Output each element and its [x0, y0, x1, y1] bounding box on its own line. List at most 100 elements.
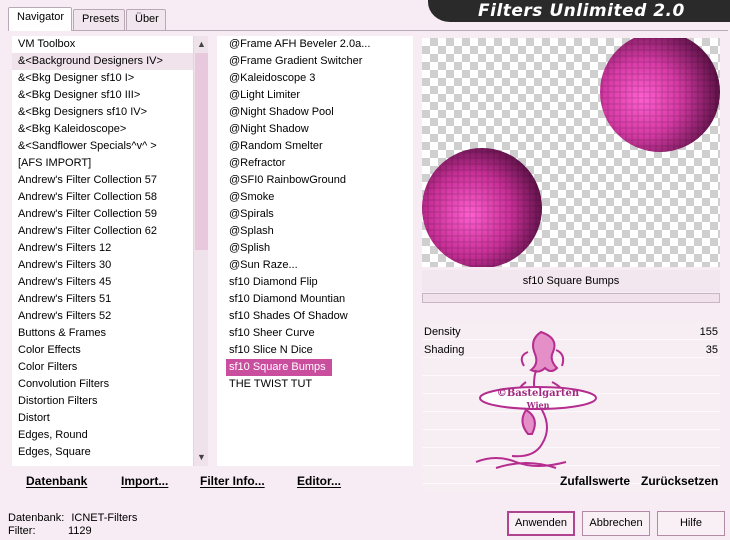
category-item[interactable]: &<Bkg Designers sf10 IV>: [12, 104, 193, 121]
filter-item-label: @Sun Raze...: [229, 259, 298, 271]
category-item[interactable]: VM Toolbox: [12, 36, 193, 53]
filter-item[interactable]: sf10 Square Bumps: [217, 359, 413, 376]
filter-item[interactable]: sf10 Diamond Flip: [217, 274, 413, 291]
category-item[interactable]: Color Filters: [12, 359, 193, 376]
filter-item-label: @Splish: [229, 242, 271, 254]
filter-item[interactable]: @Random Smelter: [217, 138, 413, 155]
status-filter-label: Filter:: [8, 525, 36, 537]
category-item[interactable]: &<Background Designers IV>: [12, 53, 193, 70]
param-density-value: 155: [699, 326, 718, 338]
category-item[interactable]: [AFS IMPORT]: [12, 155, 193, 172]
tab-ueber[interactable]: Über: [126, 9, 166, 30]
category-item[interactable]: Buttons & Frames: [12, 325, 193, 342]
datenbank-button[interactable]: Datenbank: [26, 470, 87, 492]
category-item[interactable]: Andrew's Filter Collection 58: [12, 189, 193, 206]
editor-button[interactable]: Editor...: [297, 470, 341, 492]
category-item[interactable]: Andrew's Filters 12: [12, 240, 193, 257]
filter-item[interactable]: @Night Shadow Pool: [217, 104, 413, 121]
filter-item[interactable]: sf10 Diamond Mountian: [217, 291, 413, 308]
filter-item-label: sf10 Slice N Dice: [229, 344, 313, 356]
filter-item-label: sf10 Square Bumps: [226, 359, 332, 376]
preview-canvas: [422, 38, 720, 267]
filter-item[interactable]: @Frame AFH Beveler 2.0a...: [217, 36, 413, 53]
category-item[interactable]: Andrew's Filter Collection 62: [12, 223, 193, 240]
category-item[interactable]: Color Effects: [12, 342, 193, 359]
filter-item[interactable]: @Splish: [217, 240, 413, 257]
filter-item[interactable]: @Smoke: [217, 189, 413, 206]
scroll-down-icon[interactable]: ▼: [194, 450, 209, 465]
filter-item-label: sf10 Shades Of Shadow: [229, 310, 348, 322]
param-density-label: Density: [424, 326, 461, 338]
category-scroll-thumb[interactable]: [195, 53, 208, 250]
filter-item-label: sf10 Diamond Mountian: [229, 293, 346, 305]
preview-zoom-slider[interactable]: [422, 293, 720, 303]
status-db-value: ICNET-Filters: [71, 512, 138, 524]
filter-info-button[interactable]: Filter Info...: [200, 470, 265, 492]
category-item[interactable]: Andrew's Filters 52: [12, 308, 193, 325]
category-item[interactable]: Andrew's Filters 45: [12, 274, 193, 291]
category-item[interactable]: Distortion Filters: [12, 393, 193, 410]
apply-button[interactable]: Anwenden: [507, 511, 575, 536]
category-item[interactable]: &<Bkg Designer sf10 III>: [12, 87, 193, 104]
filter-item-label: sf10 Diamond Flip: [229, 276, 318, 288]
filter-item-label: THE TWIST TUT: [229, 378, 313, 390]
tab-presets[interactable]: Presets: [73, 9, 125, 30]
filter-item-label: @Frame AFH Beveler 2.0a...: [229, 38, 371, 50]
category-item[interactable]: Andrew's Filters 30: [12, 257, 193, 274]
reset-button[interactable]: Zurücksetzen: [641, 470, 718, 492]
filter-item[interactable]: @Light Limiter: [217, 87, 413, 104]
filter-item[interactable]: sf10 Sheer Curve: [217, 325, 413, 342]
status-db-label: Datenbank:: [8, 512, 65, 524]
param-shading-label: Shading: [424, 344, 465, 356]
filter-item[interactable]: sf10 Shades Of Shadow: [217, 308, 413, 325]
filter-item[interactable]: sf10 Slice N Dice: [217, 342, 413, 359]
random-values-button[interactable]: Zufallswerte: [560, 470, 630, 492]
filter-list[interactable]: @Frame AFH Beveler 2.0a... @Frame Gradien…: [217, 36, 413, 466]
category-item[interactable]: Edges, Square: [12, 444, 193, 461]
filter-item[interactable]: @SFI0 RainbowGround: [217, 172, 413, 189]
filter-item-label: @Kaleidoscope 3: [229, 72, 316, 84]
filter-name-label: sf10 Square Bumps: [422, 270, 720, 292]
category-item[interactable]: &<Sandflower Specials^v^ >: [12, 138, 193, 155]
filter-item-label: @Night Shadow: [229, 123, 309, 135]
filter-item-label: @Light Limiter: [229, 89, 301, 101]
filter-item-label: @Random Smelter: [229, 140, 323, 152]
filter-item[interactable]: THE TWIST TUT: [217, 376, 413, 393]
filter-item-label: @Spirals: [229, 208, 274, 220]
filter-item-label: @Splash: [229, 225, 274, 237]
filter-item[interactable]: @Night Shadow: [217, 121, 413, 138]
help-button[interactable]: Hilfe: [657, 511, 725, 536]
category-list[interactable]: VM Toolbox &<Background Designers IV> &<Bk…: [12, 36, 208, 466]
filter-item[interactable]: @Kaleidoscope 3: [217, 70, 413, 87]
watermark-logo: ©Bastelgarten Wien: [475, 330, 597, 469]
filter-item[interactable]: @Refractor: [217, 155, 413, 172]
filter-item-label: @Night Shadow Pool: [229, 106, 334, 118]
filter-item-label: @SFI0 RainbowGround: [229, 174, 346, 186]
scroll-up-icon[interactable]: ▲: [194, 37, 209, 52]
category-scrollbar[interactable]: ▲ ▼: [193, 36, 208, 466]
filter-item[interactable]: @Splash: [217, 223, 413, 240]
app-title: Filters Unlimited 2.0: [478, 1, 685, 21]
cancel-button[interactable]: Abbrechen: [582, 511, 650, 536]
filter-item[interactable]: @Frame Gradient Switcher: [217, 53, 413, 70]
param-shading-value: 35: [705, 344, 718, 356]
status-filter-row: Filter: 1129: [8, 525, 92, 538]
tab-navigator[interactable]: Navigator: [8, 7, 72, 31]
watermark-text-2: Wien: [526, 400, 550, 410]
category-item[interactable]: Distort: [12, 410, 193, 427]
tab-strip-border: [8, 30, 728, 31]
status-db-row: Datenbank: ICNET-Filters: [8, 512, 137, 525]
category-item[interactable]: &<Bkg Kaleidoscope>: [12, 121, 193, 138]
category-item[interactable]: &<Bkg Designer sf10 I>: [12, 70, 193, 87]
import-button[interactable]: Import...: [121, 470, 168, 492]
watermark-text-1: ©Bastelgarten: [497, 388, 580, 399]
category-item[interactable]: Convolution Filters: [12, 376, 193, 393]
category-item[interactable]: Andrew's Filter Collection 57: [12, 172, 193, 189]
preview-image: [422, 38, 720, 267]
category-item[interactable]: Andrew's Filter Collection 59: [12, 206, 193, 223]
filter-item-label: sf10 Sheer Curve: [229, 327, 315, 339]
filter-item[interactable]: @Sun Raze...: [217, 257, 413, 274]
filter-item[interactable]: @Spirals: [217, 206, 413, 223]
category-item[interactable]: Andrew's Filters 51: [12, 291, 193, 308]
category-item[interactable]: Edges, Round: [12, 427, 193, 444]
